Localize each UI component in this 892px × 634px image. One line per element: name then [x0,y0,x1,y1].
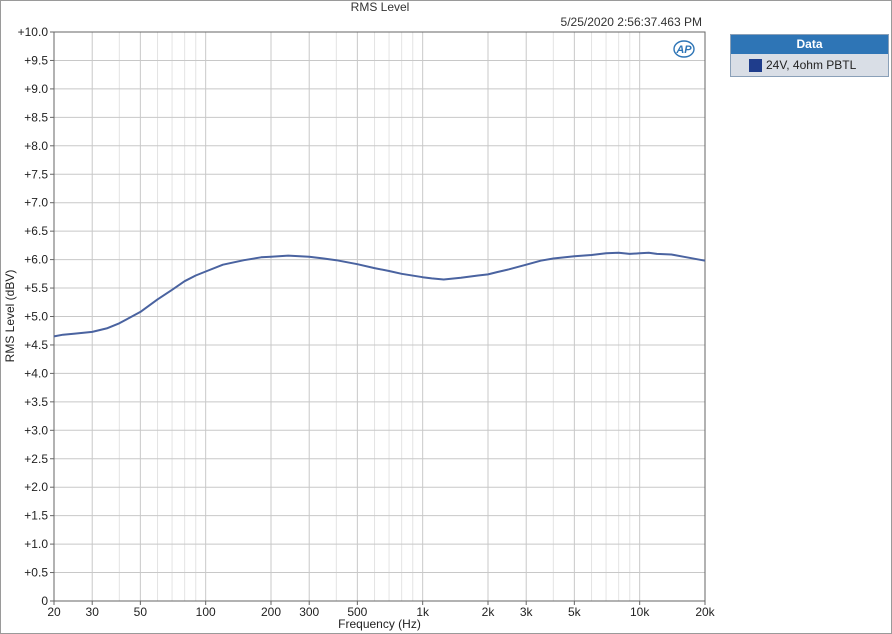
y-tick-label: +10.0 [18,25,49,39]
y-tick-label: +5.5 [24,281,48,295]
y-axis-ticks: 0+0.5+1.0+1.5+2.0+2.5+3.0+3.5+4.0+4.5+5.… [18,25,54,608]
x-tick-label: 300 [299,605,319,619]
y-tick-label: +8.0 [24,139,48,153]
y-tick-label: +1.5 [24,509,48,523]
y-tick-label: +2.5 [24,452,48,466]
x-tick-label: 50 [134,605,148,619]
y-tick-label: +9.0 [24,82,48,96]
y-tick-label: +4.0 [24,366,48,380]
y-tick-label: +3.5 [24,395,48,409]
y-tick-label: +1.0 [24,537,48,551]
y-tick-label: +7.0 [24,196,48,210]
chart-plot: 0+0.5+1.0+1.5+2.0+2.5+3.0+3.5+4.0+4.5+5.… [3,25,716,631]
y-tick-label: +6.5 [24,224,48,238]
y-axis-label: RMS Level (dBV) [3,270,17,363]
y-tick-label: +7.5 [24,167,48,181]
y-tick-label: +6.0 [24,253,48,267]
y-tick-label: +9.5 [24,53,48,67]
y-tick-label: +8.5 [24,110,48,124]
y-tick-label: +3.0 [24,423,48,437]
x-tick-label: 5k [568,605,582,619]
x-tick-label: 3k [520,605,534,619]
y-tick-label: +0.5 [24,566,48,580]
y-tick-label: +4.5 [24,338,48,352]
y-tick-label: +5.0 [24,310,48,324]
x-tick-label: 100 [196,605,216,619]
x-tick-label: 20 [47,605,61,619]
major-grid [53,31,706,602]
x-tick-label: 2k [482,605,496,619]
series-line [53,251,706,338]
x-axis-label: Frequency (Hz) [338,617,421,631]
series-group [53,251,706,338]
x-tick-label: 10k [630,605,650,619]
x-tick-label: 200 [261,605,281,619]
x-tick-label: 30 [86,605,100,619]
x-tick-label: 20k [695,605,715,619]
y-tick-label: +2.0 [24,480,48,494]
